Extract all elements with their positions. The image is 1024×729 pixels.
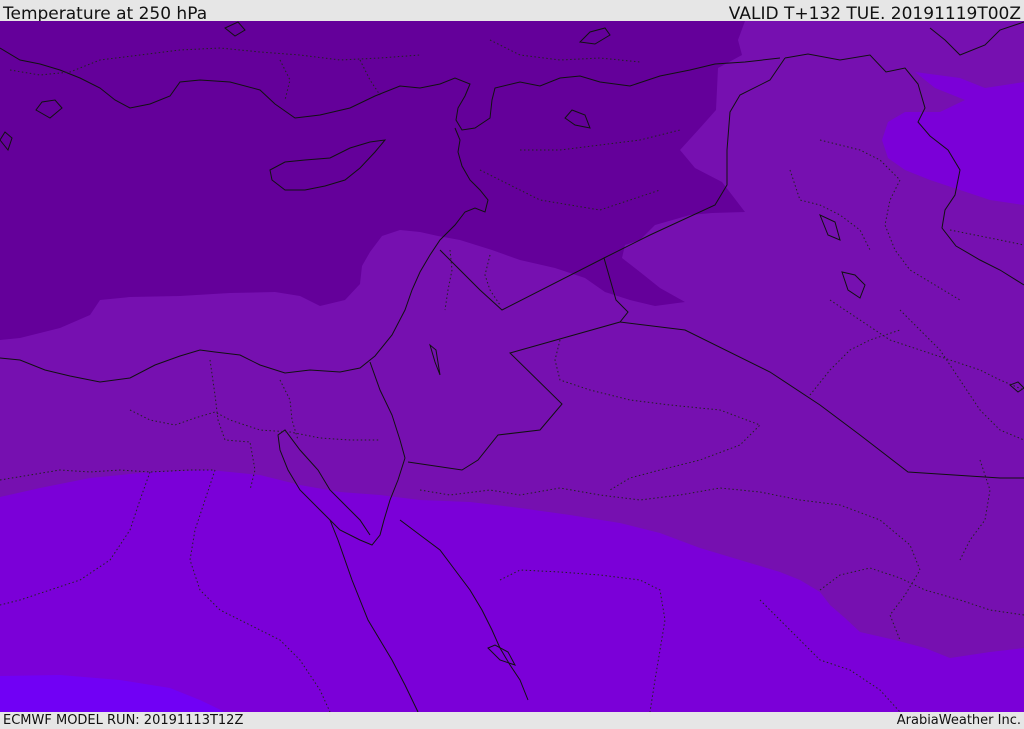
temperature-map[interactable] (0, 21, 1024, 712)
model-run-label: ECMWF MODEL RUN: 20191113T12Z (3, 713, 244, 728)
header-bar: Temperature at 250 hPa VALID T+132 TUE. … (0, 0, 1024, 24)
footer-bar: ECMWF MODEL RUN: 20191113T12Z ArabiaWeat… (0, 712, 1024, 729)
credit-label: ArabiaWeather Inc. (896, 713, 1021, 728)
map-viewer: Temperature at 250 hPa VALID T+132 TUE. … (0, 0, 1024, 729)
map-area[interactable] (0, 21, 1024, 712)
